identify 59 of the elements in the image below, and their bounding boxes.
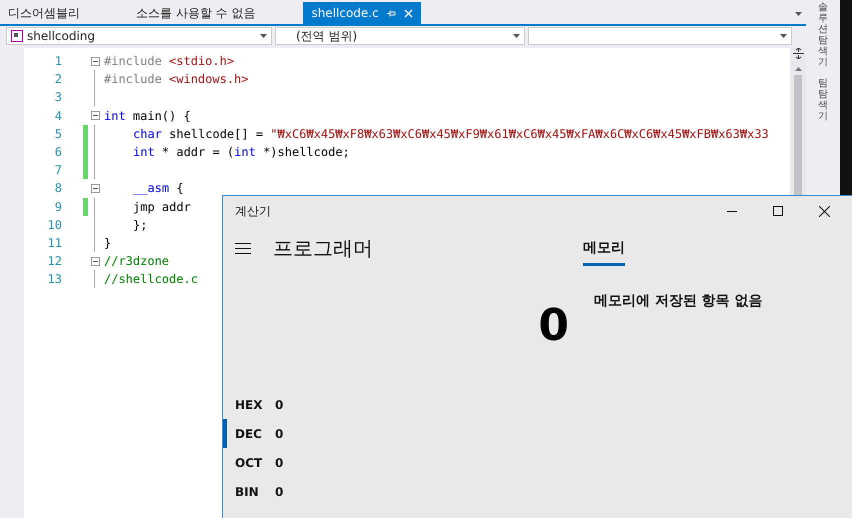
line-number: 8 (54, 181, 62, 196)
document-tab[interactable]: shellcode.c (303, 2, 421, 24)
dropdown-caret-icon (780, 34, 787, 38)
code-line: //shellcode.c (103, 272, 198, 286)
project-icon (11, 30, 23, 42)
dropdown-caret-icon (260, 34, 267, 38)
window-title: 계산기 (235, 202, 272, 220)
memory-empty-text: 메모리에 저장된 항목 없음 (594, 292, 763, 311)
code-line: jmp addr (132, 200, 191, 214)
memory-tab[interactable]: 메모리 (583, 230, 625, 266)
code-line: __asm { (132, 181, 184, 196)
code-line: }; (132, 218, 148, 232)
base-row[interactable]: HEX 0 (223, 390, 852, 419)
collapse-icon[interactable] (90, 111, 100, 120)
line-number: 1 (54, 54, 62, 68)
code-line: #include <windows.h> (103, 72, 249, 86)
line-number: 12 (46, 254, 62, 268)
line-number: 10 (46, 218, 62, 232)
line-number: 2 (54, 72, 62, 86)
code-line: } (103, 236, 112, 250)
side-panel-tab[interactable]: 팀 탐색기 (818, 78, 828, 122)
dropdown-caret-icon (513, 34, 520, 38)
line-number: 6 (54, 145, 62, 160)
base-row[interactable]: OCT 0 (223, 448, 852, 477)
document-tab[interactable]: 소스를 사용할 수 없음 (128, 2, 264, 24)
scrollbar-thumb[interactable] (794, 75, 802, 195)
minimize-icon (727, 210, 737, 212)
line-number: 3 (54, 90, 62, 104)
close-icon (818, 206, 830, 216)
outline-line-icon (94, 270, 96, 288)
document-tab[interactable]: 디스어셈블리 (0, 2, 88, 24)
base-row[interactable]: DEC 0 (223, 419, 852, 448)
code-line: //r3dzone (103, 254, 170, 268)
project-dropdown[interactable]: shellcoding (6, 27, 272, 45)
scroll-up-icon[interactable] (794, 67, 802, 71)
split-icon[interactable] (792, 48, 804, 59)
mode-title: 프로그래머 (273, 234, 374, 262)
maximize-icon (773, 206, 783, 216)
line-number: 9 (54, 200, 62, 214)
code-line: #include <stdio.h> (103, 54, 234, 68)
base-row[interactable]: BIN 0 (223, 477, 852, 506)
pin-icon[interactable] (386, 8, 396, 18)
menu-icon[interactable] (235, 242, 251, 254)
collapse-icon[interactable] (90, 184, 100, 193)
scope-dropdown[interactable]: (전역 범위) (275, 27, 525, 45)
code-line: int main() { (103, 108, 191, 123)
line-number: 13 (46, 272, 62, 286)
line-number: 11 (46, 236, 62, 250)
line-number: 4 (54, 108, 62, 123)
collapse-icon[interactable] (90, 56, 100, 66)
close-icon[interactable] (404, 8, 413, 18)
code-line: char shellcode[] = "₩xC6₩x45₩xF8₩x63₩xC6₩x45₩xF9₩x61₩xC6₩x45₩xFA₩x6C₩xC6₩x45₩xFB₩x63₩x33 (132, 126, 769, 141)
line-number: 5 (54, 126, 62, 141)
code-line: int * addr = (int *)shellcode; (132, 145, 350, 160)
line-number: 7 (54, 163, 62, 178)
collapse-icon[interactable] (90, 256, 100, 266)
display-value: 0 (537, 299, 569, 353)
side-panel-tab[interactable]: 솔루션 탐색기 (818, 2, 828, 68)
tab-list-caret-icon[interactable] (795, 12, 802, 16)
